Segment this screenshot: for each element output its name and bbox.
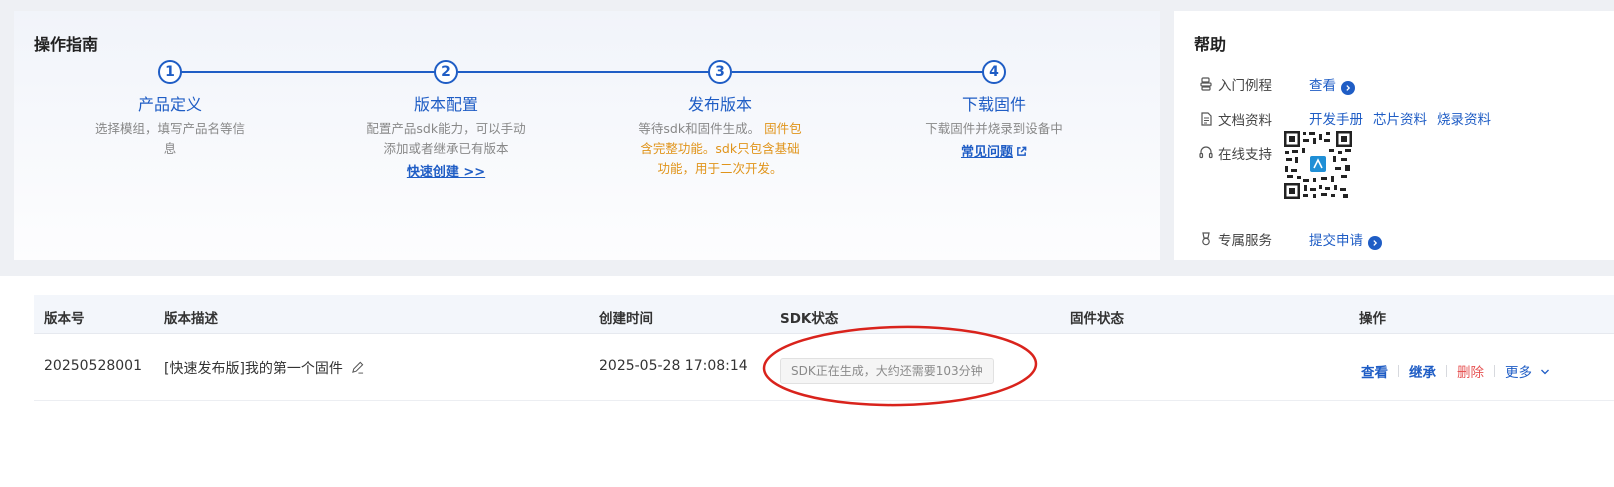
col-version: 版本号 (44, 311, 85, 327)
headset-icon (1198, 145, 1214, 161)
help-label: 在线支持 (1218, 147, 1272, 163)
table-header: 版本号 版本描述 创建时间 SDK状态 固件状态 操作 (34, 295, 1614, 334)
step-title: 产品定义 (137, 95, 202, 114)
version-number: 20250528001 (44, 358, 142, 374)
action-divider (1446, 365, 1447, 377)
help-title: 帮助 (1194, 35, 1227, 54)
support-qr-code (1283, 130, 1353, 200)
faq-link-label: 常见问题 (960, 145, 1013, 160)
submit-request-link[interactable]: 提交申请 (1309, 229, 1382, 250)
more-dropdown[interactable]: 更多 (1505, 361, 1550, 381)
step-connector (732, 71, 990, 73)
step-number-2: 2 (434, 60, 458, 84)
created-time: 2025-05-28 17:08:14 (599, 358, 748, 374)
help-row-docs: 文档资料 (1198, 109, 1272, 129)
help-label: 专属服务 (1218, 233, 1272, 249)
help-row-support: 在线支持 (1198, 143, 1272, 163)
document-icon (1198, 111, 1214, 127)
edit-icon[interactable] (351, 361, 364, 374)
step-description: 选择模组，填写产品名等信息 (94, 121, 245, 156)
help-row-service: 专属服务 (1198, 229, 1272, 249)
step-description-normal: 等待sdk和固件生成。 (638, 121, 761, 136)
step-3: 发布版本 等待sdk和固件生成。 固件包含完整功能。sdk只包含基础功能，用于二… (620, 94, 820, 179)
arrow-right-icon (1368, 236, 1382, 250)
step-2: 版本配置 配置产品sdk能力，可以手动添加或者继承已有版本 快速创建 >> (346, 94, 546, 180)
inherit-button[interactable]: 继承 (1409, 361, 1436, 381)
step-4: 下载固件 下载固件并烧录到设备中 常见问题 (894, 94, 1094, 160)
submit-request-label: 提交申请 (1309, 233, 1363, 249)
col-actions: 操作 (1359, 311, 1386, 327)
action-divider (1398, 365, 1399, 377)
arrow-right-icon (1341, 81, 1355, 95)
help-links-tutorial: 查看 (1309, 74, 1355, 95)
version-description: [快速发布版]我的第一个固件 (164, 358, 364, 378)
step-connector (458, 71, 716, 73)
chip-docs-link[interactable]: 芯片资料 (1373, 108, 1427, 128)
description-text: [快速发布版]我的第一个固件 (164, 361, 343, 377)
more-label: 更多 (1505, 365, 1532, 381)
col-sdk-status: SDK状态 (780, 311, 839, 327)
view-tutorial-label: 查看 (1309, 78, 1336, 94)
help-row-tutorial: 入门例程 (1198, 74, 1272, 94)
row-actions: 查看 继承 删除 更多 (1361, 361, 1550, 381)
sdk-status-badge: SDK正在生成，大约还需要103分钟 (780, 358, 994, 384)
view-button[interactable]: 查看 (1361, 361, 1388, 381)
chevron-down-icon (1541, 369, 1550, 375)
step-title: 发布版本 (687, 95, 752, 114)
faq-link[interactable]: 常见问题 (961, 141, 1027, 160)
dev-manual-link[interactable]: 开发手册 (1309, 108, 1363, 128)
step-connector (181, 71, 442, 73)
help-panel: 帮助 入门例程 查看 文档资料 开发手册 芯片资料 烧录资料 在线支持 专属服务… (1174, 11, 1614, 260)
help-label: 文档资料 (1218, 113, 1272, 129)
quick-create-link[interactable]: 快速创建 >> (407, 161, 485, 180)
external-link-icon (1017, 146, 1027, 156)
help-links-docs: 开发手册 芯片资料 烧录资料 (1309, 108, 1491, 128)
step-description: 下载固件并烧录到设备中 (925, 121, 1063, 136)
view-tutorial-link[interactable]: 查看 (1309, 74, 1355, 95)
step-1: 产品定义 选择模组，填写产品名等信息 (70, 94, 270, 159)
col-description: 版本描述 (164, 311, 218, 327)
step-number-4: 4 (982, 60, 1006, 84)
step-number-3: 3 (708, 60, 732, 84)
guide-title: 操作指南 (34, 35, 99, 54)
help-label: 入门例程 (1218, 78, 1272, 94)
action-divider (1494, 365, 1495, 377)
flash-docs-link[interactable]: 烧录资料 (1437, 108, 1491, 128)
step-description: 配置产品sdk能力，可以手动添加或者继承已有版本 (366, 121, 526, 156)
col-firmware-status: 固件状态 (1070, 311, 1124, 327)
help-links-service: 提交申请 (1309, 229, 1382, 250)
step-title: 下载固件 (961, 95, 1026, 114)
step-title: 版本配置 (413, 95, 478, 114)
medal-icon (1198, 231, 1214, 247)
step-number-1: 1 (158, 60, 182, 84)
col-created: 创建时间 (599, 311, 653, 327)
delete-button[interactable]: 删除 (1457, 361, 1484, 381)
step-description: 等待sdk和固件生成。 固件包含完整功能。sdk只包含基础功能，用于二次开发。 (620, 119, 820, 179)
tutorial-icon (1198, 76, 1214, 92)
